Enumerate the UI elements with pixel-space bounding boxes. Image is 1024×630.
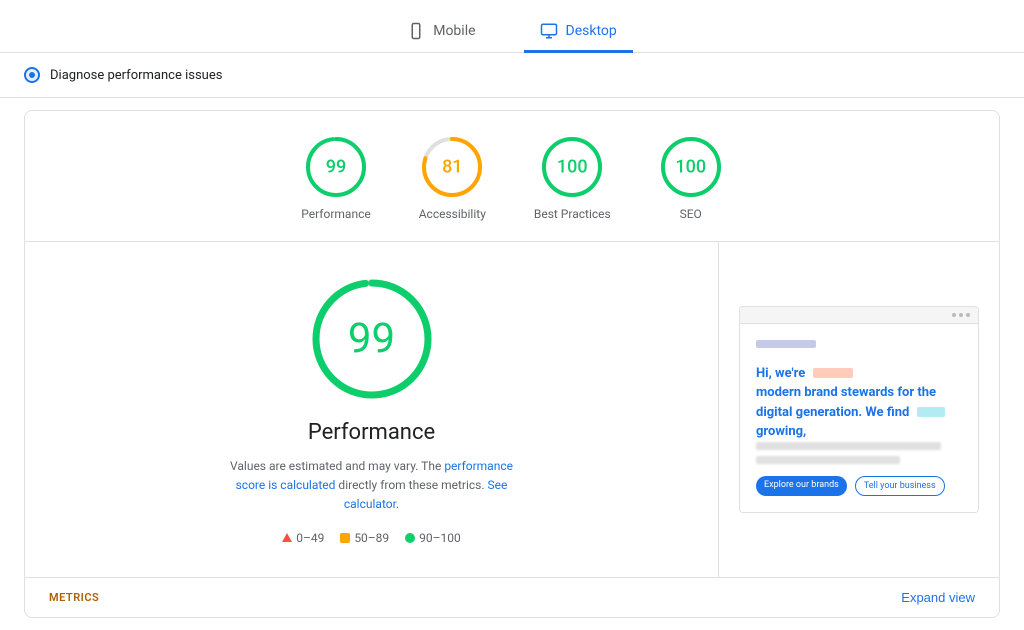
legend-green: 90–100 xyxy=(405,531,461,545)
desc-prefix: Values are estimated and may vary. The xyxy=(230,459,441,473)
score-value-accessibility: 81 xyxy=(442,157,462,178)
preview-topbar xyxy=(740,307,978,324)
score-circle-best-practices: 100 xyxy=(540,135,604,199)
score-value-performance: 99 xyxy=(326,157,346,178)
diagnose-text: Diagnose performance issues xyxy=(50,68,222,83)
preview-logo xyxy=(756,340,816,348)
dot-2 xyxy=(959,313,963,317)
score-seo: 100 SEO xyxy=(659,135,723,221)
desktop-icon xyxy=(540,22,558,40)
score-label-seo: SEO xyxy=(680,207,702,221)
preview-subheading2: digital generation. We find xyxy=(756,405,909,420)
dot-1 xyxy=(952,313,956,317)
legend-range-90-100: 90–100 xyxy=(419,531,461,545)
preview-subheading: modern brand stewards for the xyxy=(756,385,936,400)
right-panel: Hi, we're modern brand stewards for the … xyxy=(719,242,999,577)
score-label-accessibility: Accessibility xyxy=(419,207,486,221)
score-circle-performance: 99 xyxy=(304,135,368,199)
expand-view-button[interactable]: Expand view xyxy=(901,590,975,605)
tab-bar: Mobile Desktop xyxy=(0,0,1024,53)
metrics-footer: METRICS Expand view xyxy=(25,577,999,617)
preview-heading-text: Hi, we're xyxy=(756,366,805,381)
score-value-seo: 100 xyxy=(675,157,706,178)
tab-desktop-label: Desktop xyxy=(566,23,617,39)
scores-row: 99 Performance 81 Accessibility xyxy=(25,111,999,242)
preview-buttons: Explore our brands Tell your business xyxy=(756,476,962,496)
metrics-label: METRICS xyxy=(49,591,99,604)
description-text: Values are estimated and may vary. The p… xyxy=(222,457,522,515)
diagnose-icon xyxy=(24,67,40,83)
preview-heading: Hi, we're modern brand stewards for the … xyxy=(756,364,962,442)
diagnose-bar: Diagnose performance issues xyxy=(0,53,1024,98)
big-score-circle: 99 xyxy=(307,274,437,404)
preview-btn-2: Tell your business xyxy=(855,476,945,496)
mobile-icon xyxy=(407,22,425,40)
preview-blurred-word xyxy=(813,368,853,378)
square-icon xyxy=(340,533,350,543)
dot-3 xyxy=(966,313,970,317)
score-best-practices: 100 Best Practices xyxy=(534,135,611,221)
preview-screenshot: Hi, we're modern brand stewards for the … xyxy=(739,306,979,513)
triangle-icon xyxy=(282,533,292,542)
preview-menu-dots xyxy=(952,313,970,317)
legend-orange: 50–89 xyxy=(340,531,389,545)
legend-red: 0–49 xyxy=(282,531,324,545)
content-area: 99 Performance Values are estimated and … xyxy=(25,242,999,577)
score-circle-seo: 100 xyxy=(659,135,723,199)
score-accessibility: 81 Accessibility xyxy=(419,135,486,221)
big-score-value: 99 xyxy=(348,315,395,364)
score-circle-accessibility: 81 xyxy=(420,135,484,199)
preview-blur-1 xyxy=(756,442,941,450)
legend: 0–49 50–89 90–100 xyxy=(282,531,461,545)
tab-desktop[interactable]: Desktop xyxy=(524,12,633,53)
legend-range-50-89: 50–89 xyxy=(354,531,389,545)
preview-icon-word xyxy=(917,407,945,417)
preview-subheading3: growing, xyxy=(756,424,806,439)
desc-mid: directly from these metrics. xyxy=(338,478,484,492)
circle-icon xyxy=(405,533,415,543)
legend-range-0-49: 0–49 xyxy=(296,531,324,545)
left-panel: 99 Performance Values are estimated and … xyxy=(25,242,719,577)
tab-mobile[interactable]: Mobile xyxy=(391,12,491,53)
score-label-performance: Performance xyxy=(301,207,370,221)
main-card: 99 Performance 81 Accessibility xyxy=(24,110,1000,618)
preview-content: Hi, we're modern brand stewards for the … xyxy=(740,324,978,512)
preview-btn-1: Explore our brands xyxy=(756,476,847,496)
score-value-best-practices: 100 xyxy=(557,157,588,178)
score-label-best-practices: Best Practices xyxy=(534,207,611,221)
preview-blur-2 xyxy=(756,456,900,464)
score-performance: 99 Performance xyxy=(301,135,370,221)
perf-title: Performance xyxy=(308,420,435,445)
tab-mobile-label: Mobile xyxy=(433,23,475,39)
